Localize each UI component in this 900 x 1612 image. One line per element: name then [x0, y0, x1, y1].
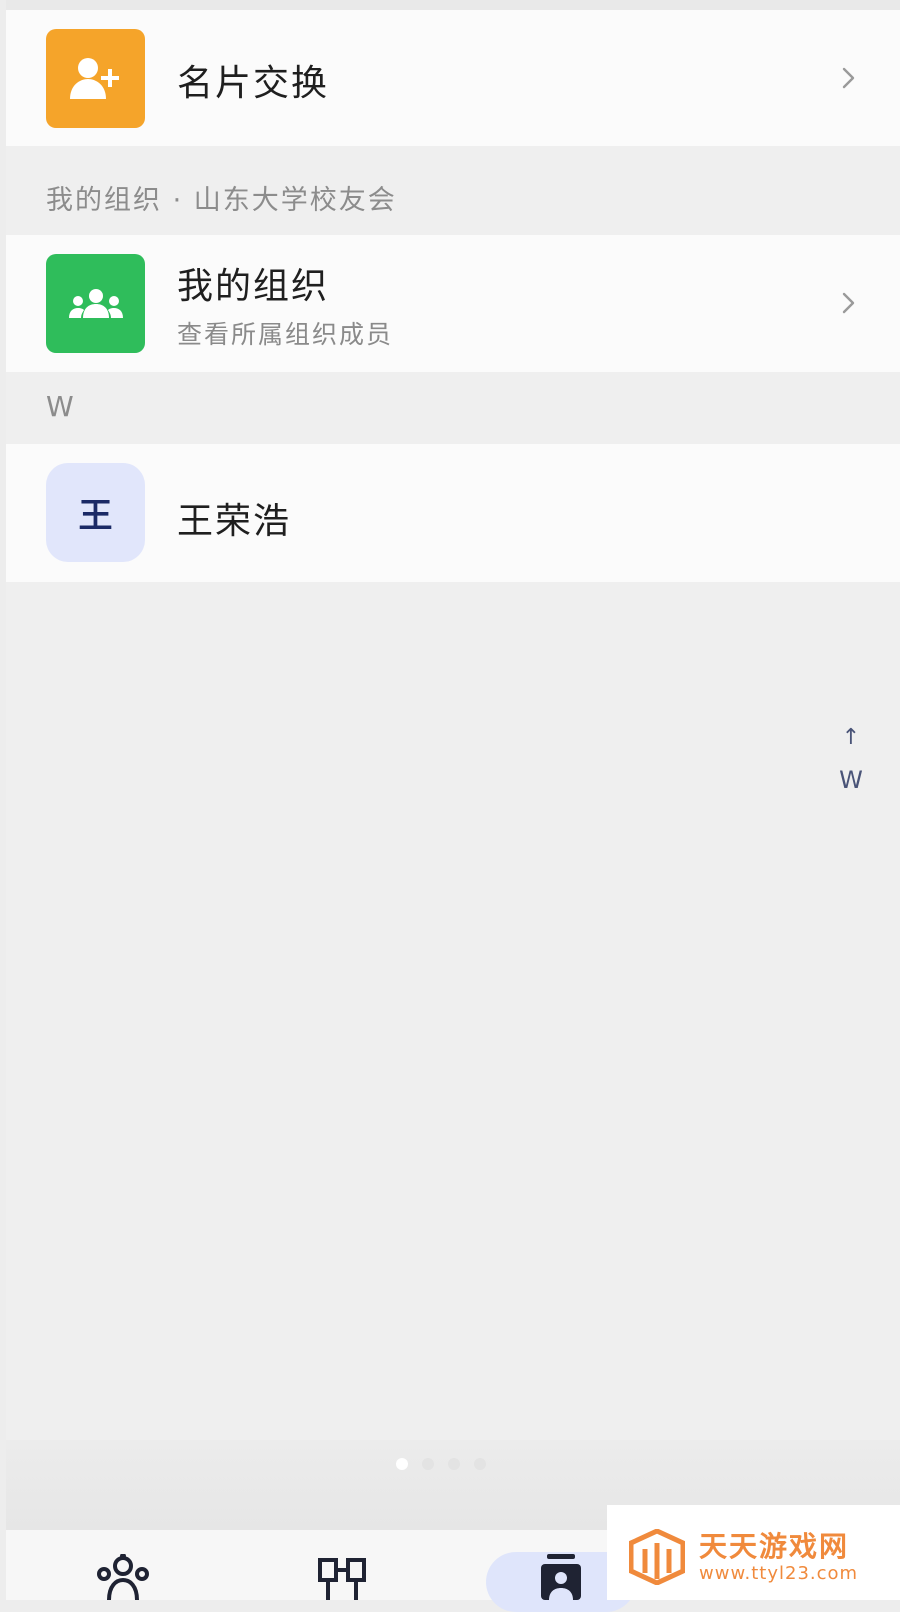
watermark: 天天游戏网 www.ttyl23.com	[607, 1505, 900, 1600]
contacts-icon[interactable]	[539, 1554, 583, 1600]
card-exchange-row[interactable]: 名片交换	[6, 10, 900, 146]
alphabet-index-bar[interactable]: ↑ W	[836, 720, 866, 794]
my-org-subtitle: 查看所属组织成员	[177, 320, 394, 349]
contact-row[interactable]: 王 王荣浩	[6, 444, 900, 582]
contacts-screen: 名片交换 我的组织 · 山东大学校友会 我的组织 查看所属组织成员 W 王 王荣…	[6, 0, 900, 1612]
my-org-title: 我的组织	[177, 266, 330, 307]
top-divider	[6, 0, 900, 10]
my-org-row[interactable]: 我的组织 查看所属组织成员	[6, 235, 900, 372]
index-top-arrow[interactable]: ↑	[836, 720, 866, 756]
chevron-right-icon	[842, 67, 855, 89]
card-exchange-title: 名片交换	[177, 63, 330, 104]
letter-section-header: W	[46, 390, 76, 423]
watermark-title: 天天游戏网	[699, 1530, 850, 1563]
chevron-right-icon	[842, 292, 855, 314]
page-dot	[474, 1458, 486, 1470]
avatar: 王	[46, 463, 145, 562]
group-icon	[46, 254, 145, 353]
page-dot	[422, 1458, 434, 1470]
members-icon[interactable]	[92, 1554, 154, 1600]
page-dot-active	[396, 1458, 408, 1470]
contact-name: 王荣浩	[177, 501, 292, 542]
index-letter-w[interactable]: W	[836, 766, 866, 794]
add-user-icon	[46, 29, 145, 128]
watermark-url: www.ttyl23.com	[699, 1563, 859, 1584]
page-indicator	[396, 1458, 486, 1470]
avatar-letter: 王	[78, 496, 113, 536]
org-section-header: 我的组织 · 山东大学校友会	[46, 185, 397, 216]
watermark-logo-icon	[629, 1529, 685, 1585]
page-dot	[448, 1458, 460, 1470]
org-structure-icon[interactable]	[316, 1554, 368, 1600]
